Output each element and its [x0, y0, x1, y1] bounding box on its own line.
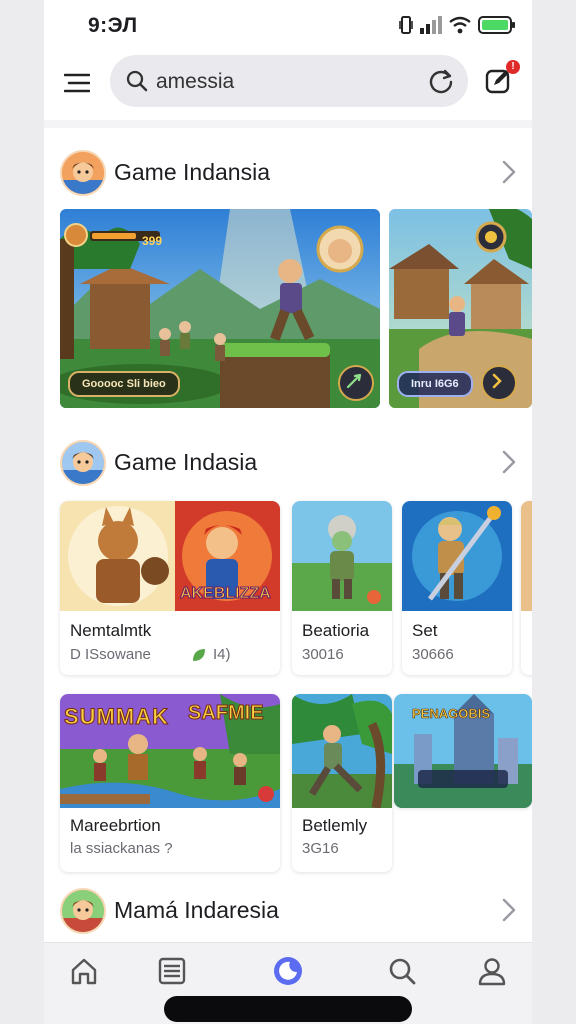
search-icon[interactable]	[386, 955, 418, 987]
game-subtitle: 30016	[302, 646, 344, 663]
vibrate-icon	[399, 16, 413, 34]
feed-content: Game Indansia 399 Gooooc Sli bieo Inru I…	[44, 128, 532, 942]
section-avatar	[60, 150, 106, 196]
game-card-art	[292, 501, 392, 611]
card-art-label: SAFMIE	[188, 702, 265, 725]
chevron-right-icon[interactable]	[502, 450, 516, 474]
game-subtitle: la ssiackanas ?	[70, 840, 173, 857]
home-indicator[interactable]	[164, 996, 412, 1022]
game-title: Set	[412, 621, 438, 640]
profile-icon[interactable]	[476, 955, 508, 987]
avatar-art	[62, 152, 104, 194]
avatar-art	[62, 442, 104, 484]
section-title: Mamá Indaresia	[114, 897, 279, 923]
wifi-icon	[449, 16, 471, 34]
game-title: Mareebrtion	[70, 816, 161, 835]
feed-icon[interactable]	[156, 955, 188, 987]
hud-score: 399	[142, 234, 163, 248]
status-bar: 9:ЭЛ	[44, 0, 532, 52]
game-card-art	[292, 694, 392, 808]
section-avatar	[60, 888, 106, 934]
search-input[interactable]	[154, 65, 418, 99]
game-title: Beatioria	[302, 621, 370, 640]
game-card-art	[402, 501, 512, 611]
featured-banner-1[interactable]: 399 Gooooc Sli bieo	[60, 209, 380, 408]
game-title: Betlemly	[302, 816, 368, 835]
sparkle-icon	[346, 373, 362, 389]
avatar-art	[62, 890, 104, 932]
game-subtitle: 3G16	[302, 840, 339, 857]
game-card[interactable]: PENAGOBIS	[394, 694, 532, 808]
games-tab-icon[interactable]	[272, 955, 304, 987]
game-card[interactable]: SUMMAK SAFMIE Mareebrtion la ssiackanas …	[60, 694, 280, 872]
card-art-label: PENAGOBIS	[412, 706, 491, 722]
section-header-2[interactable]: Game Indasia	[44, 432, 532, 492]
signal-icon	[420, 16, 442, 34]
game-card[interactable]: Betlemly 3G16	[292, 694, 392, 872]
compose-button[interactable]: !	[484, 60, 520, 96]
search-icon	[126, 70, 148, 92]
chevron-right-icon[interactable]	[502, 898, 516, 922]
phone-screen: 9:ЭЛ amessia ! Game Indansia 399 Gooooc …	[44, 0, 532, 1024]
section-avatar	[60, 440, 106, 486]
game-card-art: PENAGOBIS	[394, 694, 532, 808]
featured-banner-2[interactable]: Inru I6G6	[389, 209, 532, 408]
home-icon[interactable]	[68, 955, 100, 987]
menu-button[interactable]	[62, 68, 92, 98]
game-subtitle: 30666	[412, 646, 454, 663]
banner-next-button[interactable]	[481, 365, 517, 401]
leaf-icon	[193, 649, 205, 661]
top-bar: !	[44, 52, 532, 120]
status-icons	[399, 16, 516, 34]
refresh-icon[interactable]	[428, 68, 454, 94]
banner-play-button[interactable]	[338, 365, 374, 401]
game-subtitle-extra: I4)	[213, 646, 231, 663]
notification-badge: !	[506, 60, 520, 74]
game-title: Nemtalmtk	[70, 621, 152, 640]
game-card-art	[521, 501, 532, 611]
chevron-right-icon[interactable]	[502, 160, 516, 184]
section-header-3[interactable]: Mamá Indaresia	[44, 880, 532, 940]
banner-cta-button[interactable]: Inru I6G6	[397, 371, 473, 397]
search-bar[interactable]	[110, 55, 468, 107]
game-card-peek[interactable]	[521, 501, 532, 675]
section-title: Game Indansia	[114, 159, 270, 185]
game-card-art: AKEBLIZZA	[60, 501, 280, 611]
game-card-art: SUMMAK SAFMIE	[60, 694, 280, 808]
card-art-label: SUMMAK	[64, 704, 169, 730]
game-subtitle: D ISsowane	[70, 646, 151, 663]
status-time: 9:ЭЛ	[88, 14, 138, 37]
hamburger-icon	[64, 73, 90, 93]
banner-cta-button[interactable]: Gooooc Sli bieo	[68, 371, 180, 397]
section-title: Game Indasia	[114, 449, 258, 475]
game-card[interactable]: AKEBLIZZA Nemtalmtk D ISsowane I4)	[60, 501, 280, 675]
section-header-1[interactable]: Game Indansia	[44, 142, 532, 202]
game-card[interactable]: Beatioria 30016	[292, 501, 392, 675]
battery-icon	[478, 16, 515, 34]
game-card[interactable]: Set 30666	[402, 501, 512, 675]
card-art-label: AKEBLIZZA	[180, 585, 272, 603]
arrow-right-icon	[492, 373, 502, 389]
